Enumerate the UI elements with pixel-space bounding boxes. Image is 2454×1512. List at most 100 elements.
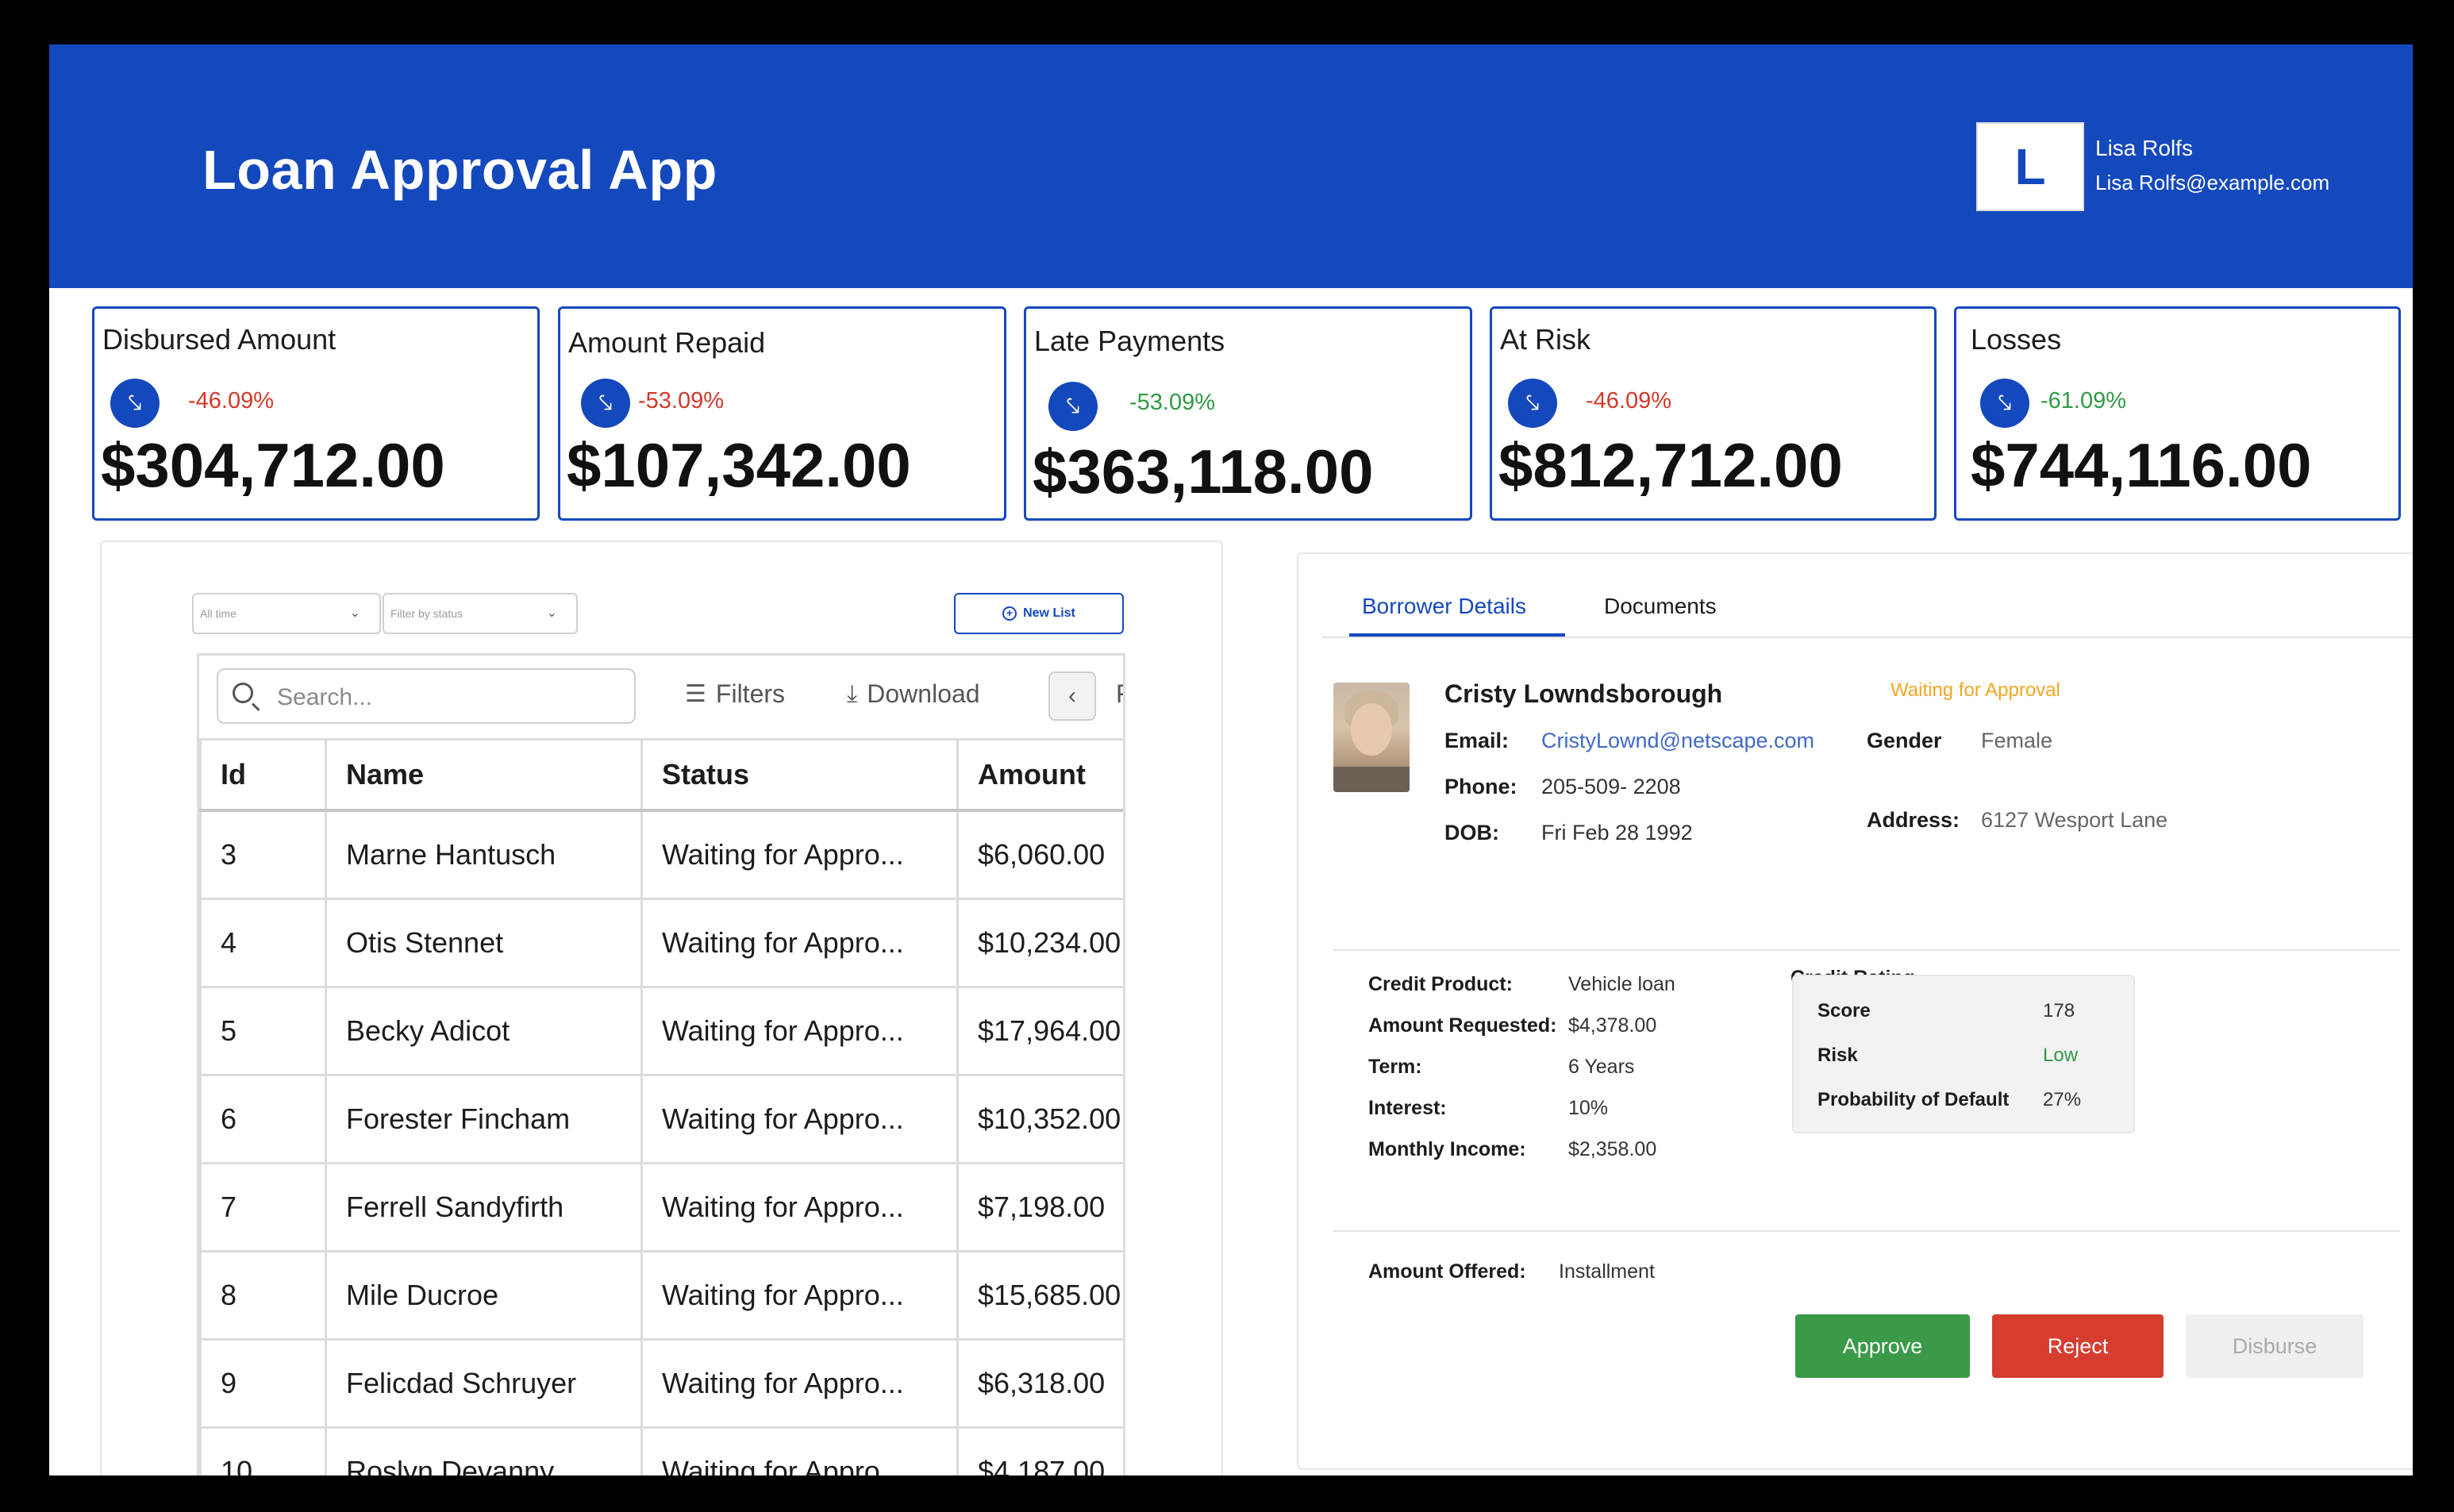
cell-id: 4 [199,898,327,988]
interest-label: Interest: [1368,1097,1447,1119]
search-input[interactable]: Search... [217,668,636,724]
tab-documents[interactable]: Documents [1604,594,1717,619]
column-header-name[interactable]: Name [325,738,643,812]
phone-value: 205-509- 2208 [1541,775,1681,798]
probability-of-default-value: 27% [2043,1089,2082,1110]
dob-value: Fri Feb 28 1992 [1541,821,1693,844]
table-header-row: Id Name Status Amount [199,738,1123,812]
cell-name: Marne Hantusch [325,809,643,900]
monthly-income-value: $2,358.00 [1568,1138,1657,1160]
cell-name: Mile Ducroe [325,1250,643,1341]
user-name: Lisa Rolfs [2095,136,2193,160]
filter-sliders-icon: ☰ [685,681,706,707]
status-filter-dropdown[interactable]: Filter by status ⌄ [383,593,578,634]
applications-panel: All time ⌄ Filter by status ⌄ + New List… [100,541,1223,1475]
cell-amount: $15,685.00 [956,1250,1123,1341]
gender-value: Female [1981,729,2053,752]
filters-label: Filters [715,679,786,708]
table-toolbar: Search... ☰ Filters ⤓ Download ‹ F [199,656,1123,744]
table-row[interactable]: 6 Forester Fincham Waiting for Appro... … [199,1074,1123,1164]
table-row[interactable]: 4 Otis Stennet Waiting for Appro... $10,… [199,898,1123,988]
email-link[interactable]: CristyLownd@netscape.com [1541,729,1814,753]
cell-status: Waiting for Appro... [640,1250,959,1341]
cell-amount: $10,234.00 [956,898,1123,988]
cell-amount: $4,187.00 [956,1426,1123,1475]
phone-label: Phone: [1444,775,1517,798]
column-header-status[interactable]: Status [640,738,959,812]
kpi-card-late-payments: Late Payments ⤥ -53.09% $363,118.00 [1024,306,1472,521]
probability-of-default-label: Probability of Default [1817,1089,2010,1110]
kpi-title: Disbursed Amount [102,323,337,356]
score-label: Score [1817,1000,1871,1021]
app-screen: Loan Approval App L Lisa Rolfs Lisa Rolf… [49,44,2413,1475]
cell-name: Roslyn Devanny [325,1426,643,1475]
kpi-value: $107,342.00 [567,430,911,500]
dob-label: DOB: [1444,821,1499,844]
score-value: 178 [2043,1000,2075,1021]
kpi-value: $744,116.00 [1971,430,2312,500]
filters-button[interactable]: ☰ Filters [685,679,785,709]
cell-name: Felicdad Schruyer [325,1338,643,1429]
reject-button[interactable]: Reject [1992,1314,2164,1378]
scroll-left-button[interactable]: ‹ [1048,671,1096,721]
kpi-title: Amount Repaid [568,326,766,359]
borrower-photo [1333,683,1410,792]
time-filter-dropdown[interactable]: All time ⌄ [192,593,381,634]
search-icon [233,683,253,703]
tab-borrower-details[interactable]: Borrower Details [1362,594,1526,619]
app-header: Loan Approval App L Lisa Rolfs Lisa Rolf… [49,44,2413,288]
amount-offered-label: Amount Offered: [1368,1260,1526,1283]
cell-status: Waiting for Appro... [640,1074,959,1164]
cell-id: 6 [199,1074,327,1164]
amount-offered-value: Installment [1559,1260,1655,1283]
gender-label: Gender [1867,729,1942,752]
search-placeholder: Search... [277,684,373,710]
interest-value: 10% [1568,1097,1609,1119]
new-list-button[interactable]: + New List [954,593,1124,634]
cell-status: Waiting for Appro... [640,1162,959,1252]
approve-button[interactable]: Approve [1795,1314,1970,1378]
table-row[interactable]: 7 Ferrell Sandyfirth Waiting for Appro..… [199,1162,1123,1252]
user-avatar[interactable]: L [1976,122,2084,211]
cell-name: Forester Fincham [325,1074,643,1164]
download-icon: ⤓ [847,680,858,707]
trend-down-icon: ⤥ [1980,379,2029,428]
cell-id: 3 [199,809,327,900]
kpi-change: -53.09% [1129,390,1216,415]
section-divider [1333,949,2400,951]
kpi-value: $812,712.00 [1498,430,1843,500]
kpi-title: Late Payments [1034,325,1225,357]
download-button[interactable]: ⤓ Download [847,679,980,709]
time-filter-value: All time [200,607,237,620]
cell-id: 7 [199,1162,327,1252]
kpi-card-at-risk: At Risk ⤥ -46.09% $812,712.00 [1490,306,1937,521]
column-header-amount[interactable]: Amount [956,738,1123,812]
kpi-change: -46.09% [1586,388,1672,414]
kpi-change: -53.09% [638,388,725,414]
address-label: Address: [1867,808,1960,832]
cell-status: Waiting for Appro... [640,1426,959,1475]
cell-amount: $7,198.00 [956,1162,1123,1252]
table-row[interactable]: 8 Mile Ducroe Waiting for Appro... $15,6… [199,1250,1123,1341]
cell-status: Waiting for Appro... [640,1338,959,1429]
column-header-id[interactable]: Id [199,738,327,812]
status-filter-placeholder: Filter by status [390,607,463,620]
credit-product-value: Vehicle loan [1568,973,1675,995]
disburse-button[interactable]: Disburse [2186,1314,2364,1378]
device-frame: Loan Approval App L Lisa Rolfs Lisa Rolf… [0,0,2454,1512]
kpi-card-amount-repaid: Amount Repaid ⤥ -53.09% $107,342.00 [558,306,1006,521]
section-divider [1333,1230,2400,1232]
truncated-toolbar-button[interactable]: F [1116,679,1123,709]
trend-down-icon: ⤥ [1048,382,1098,431]
kpi-card-losses: Losses ⤥ -61.09% $744,116.00 [1954,306,2401,521]
app-title: Loan Approval App [202,139,717,201]
table-row[interactable]: 10 Roslyn Devanny Waiting for Appro... $… [199,1426,1123,1475]
table-row[interactable]: 9 Felicdad Schruyer Waiting for Appro...… [199,1338,1123,1429]
cell-id: 5 [199,986,327,1076]
table-row[interactable]: 5 Becky Adicot Waiting for Appro... $17,… [199,986,1123,1076]
cell-amount: $10,352.00 [956,1074,1123,1164]
cell-id: 10 [199,1426,327,1475]
kpi-title: Losses [1971,323,2062,356]
table-row[interactable]: 3 Marne Hantusch Waiting for Appro... $6… [199,809,1123,900]
borrower-status-badge: Waiting for Approval [1891,679,2060,701]
